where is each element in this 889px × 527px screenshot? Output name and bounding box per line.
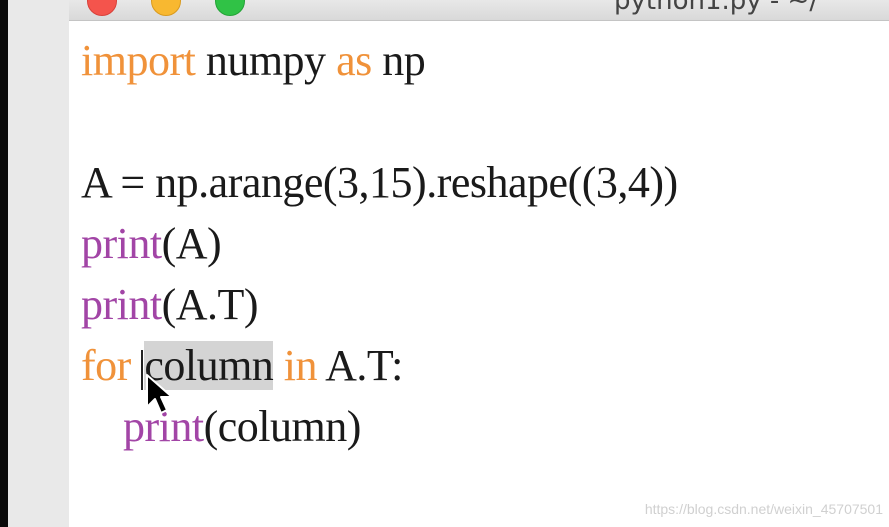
watermark: https://blog.csdn.net/weixin_45707501 bbox=[644, 501, 883, 517]
code-token: A = np.arange(3,15).reshape((3,4)) bbox=[81, 158, 678, 207]
minimize-button[interactable] bbox=[151, 0, 181, 16]
code-token: import bbox=[81, 36, 196, 85]
code-line[interactable] bbox=[81, 91, 678, 152]
code-token: print bbox=[81, 219, 162, 268]
code-line[interactable]: print(A) bbox=[81, 213, 678, 274]
code-token: numpy bbox=[195, 36, 337, 85]
title-bar[interactable]: python1.py - ~/ bbox=[69, 0, 889, 21]
code-token: print bbox=[81, 280, 162, 329]
code-line[interactable]: import numpy as np bbox=[81, 30, 678, 91]
code-line[interactable]: print(A.T) bbox=[81, 274, 678, 335]
code-token: as bbox=[336, 36, 372, 85]
text-caret bbox=[141, 349, 144, 390]
code-line[interactable]: A = np.arange(3,15).reshape((3,4)) bbox=[81, 152, 678, 213]
code-token: for bbox=[81, 341, 131, 390]
left-edge bbox=[0, 0, 8, 527]
code-token: in bbox=[283, 341, 318, 390]
code-token: (A.T) bbox=[161, 280, 259, 329]
mouse-pointer-icon bbox=[146, 374, 173, 414]
editor-gutter bbox=[8, 0, 69, 527]
zoom-button[interactable] bbox=[215, 0, 245, 16]
code-token: (A) bbox=[161, 219, 222, 268]
screen: python1.py - ~/ import numpy as np A = n… bbox=[0, 0, 889, 527]
code-token: np bbox=[371, 36, 426, 85]
window-title: python1.py - ~/ bbox=[614, 0, 819, 16]
editor-window: python1.py - ~/ import numpy as np A = n… bbox=[69, 0, 889, 527]
code-token: (column) bbox=[203, 402, 362, 451]
close-button[interactable] bbox=[87, 0, 117, 16]
code-token: A.T: bbox=[317, 341, 403, 390]
